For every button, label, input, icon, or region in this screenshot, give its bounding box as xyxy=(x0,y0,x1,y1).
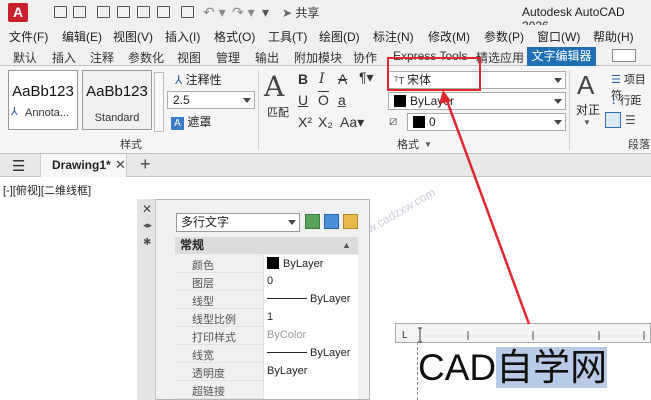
annotation-arrow xyxy=(439,90,531,325)
